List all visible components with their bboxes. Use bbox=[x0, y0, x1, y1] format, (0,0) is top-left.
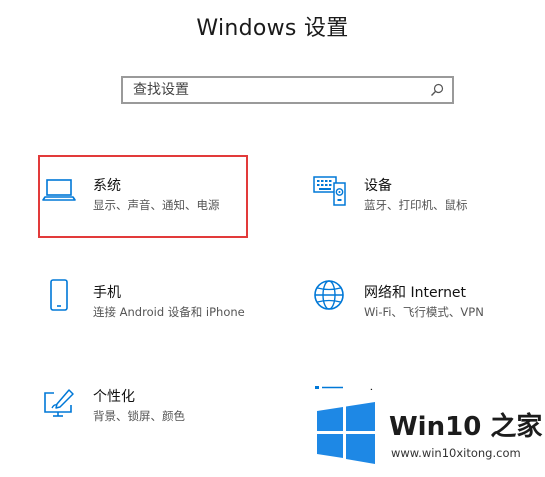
watermark: Win10 之家 www.win10xitong.com bbox=[303, 390, 545, 477]
tile-desc: 连接 Android 设备和 iPhone bbox=[93, 305, 245, 319]
tile-personalization[interactable]: 个性化 背景、锁屏、颜色 bbox=[42, 386, 242, 446]
tile-phone[interactable]: 手机 连接 Android 设备和 iPhone bbox=[42, 279, 245, 342]
search-icon[interactable] bbox=[430, 83, 444, 97]
highlight-box bbox=[38, 155, 248, 238]
tile-desc: Wi-Fi、飞行模式、VPN bbox=[364, 305, 484, 319]
globe-icon bbox=[314, 280, 344, 310]
tile-name: 个性化 bbox=[93, 389, 135, 405]
tile-devices[interactable]: 设备 蓝牙、打印机、鼠标 bbox=[313, 175, 513, 235]
watermark-url: www.win10xitong.com bbox=[391, 446, 521, 460]
tile-name: 手机 bbox=[93, 285, 121, 301]
tile-name: 设备 bbox=[364, 178, 392, 194]
watermark-title: Win10 之家 bbox=[389, 412, 543, 442]
windows-logo-icon bbox=[317, 402, 375, 464]
page-title: Windows 设置 bbox=[196, 16, 349, 41]
tile-desc: 蓝牙、打印机、鼠标 bbox=[364, 198, 468, 212]
tile-network[interactable]: 网络和 Internet Wi-Fi、飞行模式、VPN bbox=[313, 280, 513, 342]
phone-icon bbox=[50, 279, 68, 311]
tile-desc: 背景、锁屏、颜色 bbox=[93, 409, 185, 423]
keyboard-device-icon bbox=[313, 176, 346, 206]
personalization-icon bbox=[44, 389, 74, 417]
search-box[interactable] bbox=[121, 76, 454, 104]
search-input[interactable] bbox=[133, 78, 423, 102]
tile-name: 网络和 Internet bbox=[364, 285, 467, 301]
